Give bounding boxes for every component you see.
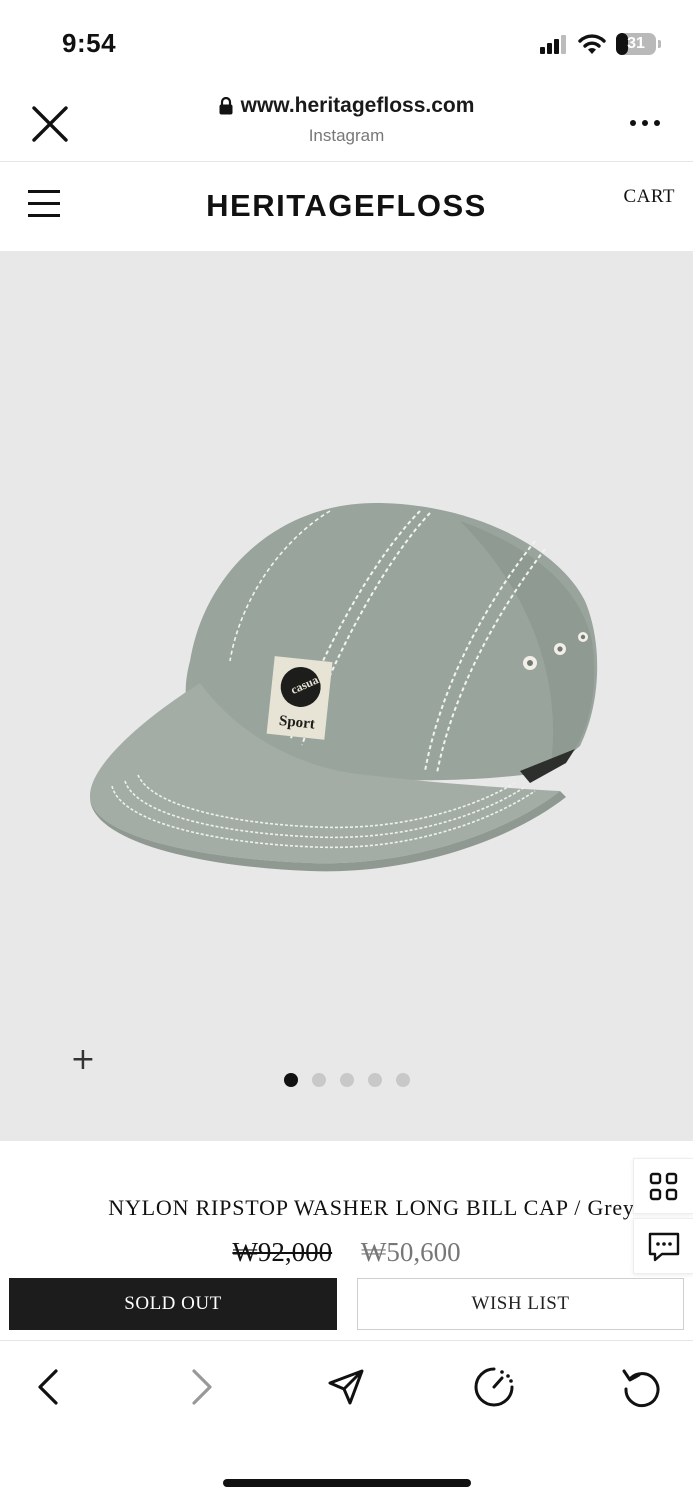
slide-indicator[interactable] — [0, 1073, 693, 1087]
speed-icon[interactable] — [472, 1365, 516, 1409]
forward-icon[interactable] — [178, 1365, 222, 1409]
status-icons: 31 — [540, 32, 661, 56]
battery-cap — [658, 40, 661, 48]
url-source: Instagram — [308, 126, 385, 145]
sold-out-button[interactable]: SOLD OUT — [9, 1278, 337, 1330]
sale-price: ₩50,600 — [360, 1237, 461, 1267]
url-row: www.heritagefloss.com — [219, 94, 475, 118]
slide-dot[interactable] — [339, 1073, 354, 1087]
product-image: casual Sport — [89, 502, 598, 872]
wish-list-button[interactable]: WISH LIST — [357, 1278, 684, 1330]
slide-dot[interactable] — [311, 1073, 326, 1087]
battery-icon: 31 — [616, 33, 656, 55]
cart-link[interactable]: CART — [623, 186, 675, 208]
reload-icon[interactable] — [620, 1365, 664, 1409]
url-area[interactable]: www.heritagefloss.com Instagram — [120, 94, 573, 146]
close-icon[interactable] — [28, 102, 72, 146]
product-name: NYLON RIPSTOP WASHER LONG BILL CAP / Gre… — [108, 1195, 635, 1220]
more-icon[interactable] — [629, 118, 661, 128]
url-text: www.heritagefloss.com — [240, 94, 475, 117]
site-header: HERITAGEFLOSS CART — [0, 162, 693, 250]
price-row: ₩92,000 ₩50,600 — [0, 1237, 693, 1268]
slide-dot[interactable] — [367, 1073, 382, 1087]
battery-level: 31 — [627, 35, 645, 52]
wifi-icon — [578, 34, 606, 54]
status-time: 9:54 — [62, 28, 117, 58]
signal-icon — [540, 35, 566, 54]
product-gallery[interactable]: casual Sport + — [0, 251, 693, 1141]
grid-icon[interactable] — [633, 1158, 693, 1214]
site-logo[interactable]: HERITAGEFLOSS — [0, 188, 693, 224]
original-price: ₩92,000 — [232, 1237, 333, 1267]
browser-toolbar — [0, 1340, 693, 1500]
home-indicator — [223, 1479, 471, 1487]
plus-icon[interactable]: + — [70, 1045, 96, 1075]
status-bar: 9:54 31 — [0, 0, 693, 80]
back-icon[interactable] — [28, 1365, 72, 1409]
chat-icon[interactable] — [633, 1218, 693, 1274]
browser-header: www.heritagefloss.com Instagram — [0, 80, 693, 162]
slide-dot[interactable] — [283, 1073, 298, 1087]
lock-icon — [219, 97, 233, 115]
slide-dot[interactable] — [395, 1073, 410, 1087]
share-icon[interactable] — [324, 1365, 368, 1409]
